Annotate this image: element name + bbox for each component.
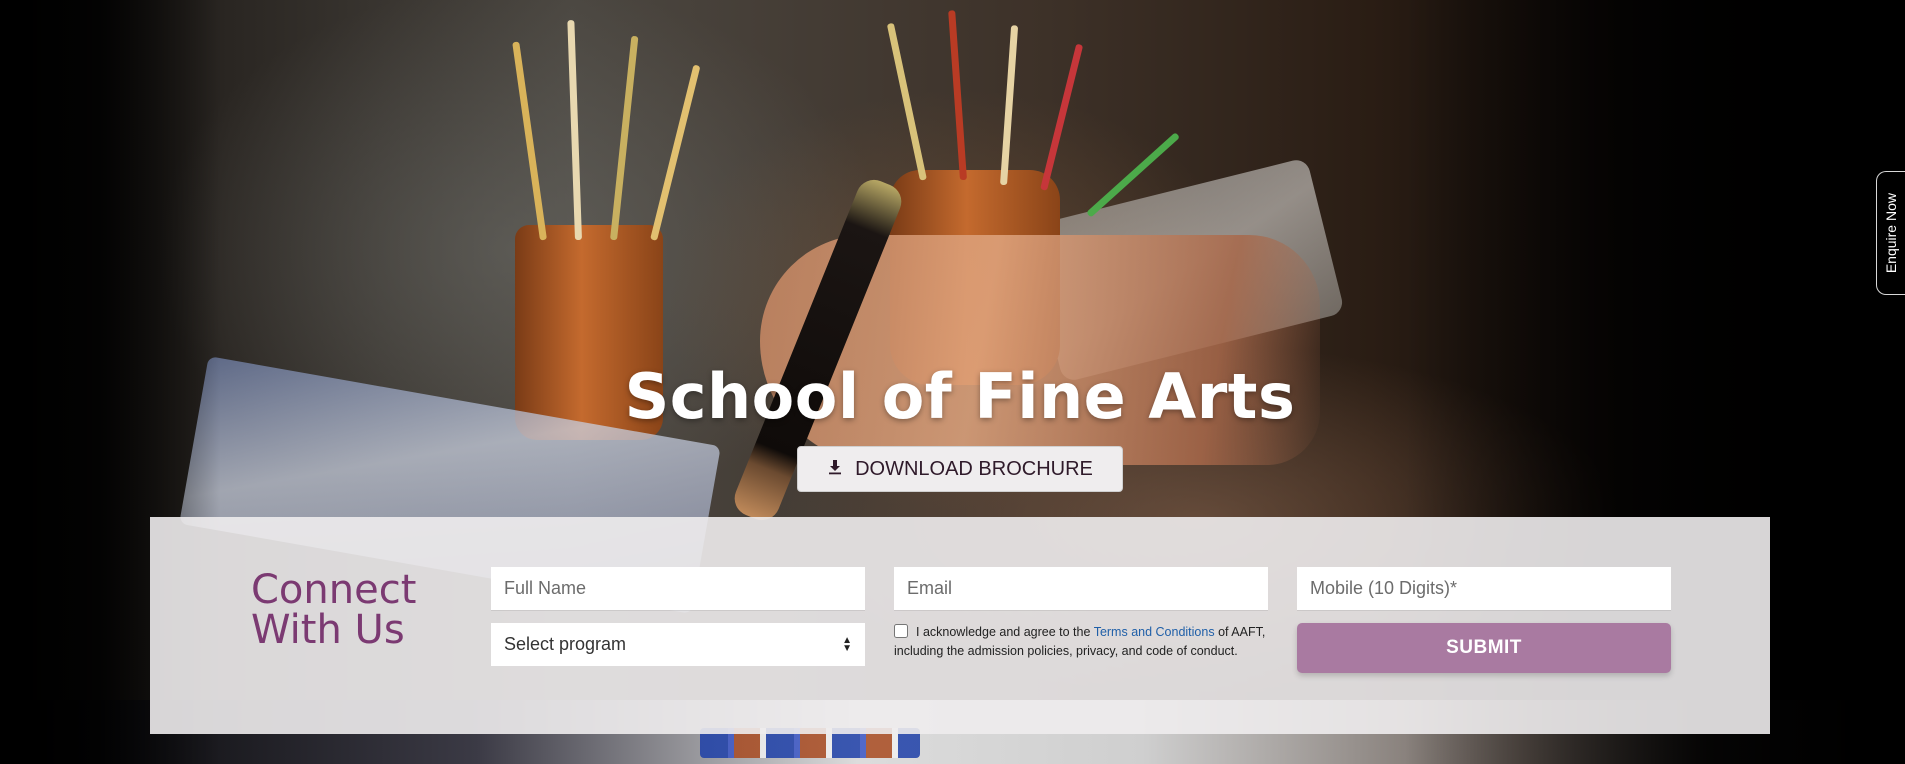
download-icon [827, 458, 843, 481]
connect-form-panel: Connect With Us Select program ▲▼ I ackn… [150, 517, 1770, 734]
download-brochure-button[interactable]: DOWNLOAD BROCHURE [797, 446, 1123, 492]
submit-button[interactable]: SUBMIT [1297, 623, 1671, 673]
page-title: School of Fine Arts [624, 360, 1296, 433]
brush-image [610, 35, 639, 241]
mobile-input[interactable] [1297, 567, 1671, 610]
connect-heading: Connect With Us [251, 570, 416, 650]
brush-image [650, 64, 701, 241]
terms-link[interactable]: Terms and Conditions [1094, 625, 1215, 639]
consent-block: I acknowledge and agree to the Terms and… [894, 623, 1284, 661]
select-arrows-icon: ▲ ▼ [842, 634, 852, 654]
brush-image [1040, 43, 1084, 191]
consent-checkbox[interactable] [894, 624, 908, 638]
enquire-now-tab[interactable]: Enquire Now [1876, 171, 1905, 295]
program-select[interactable]: Select program ▲ ▼ [491, 623, 865, 666]
brush-image [886, 22, 927, 181]
program-select-value: Select program [504, 634, 627, 654]
brush-image [1000, 25, 1019, 186]
connect-heading-line2: With Us [251, 607, 405, 653]
connect-heading-line1: Connect [251, 567, 417, 613]
email-input[interactable] [894, 567, 1268, 610]
consent-text-before: I acknowledge and agree to the [916, 625, 1094, 639]
brush-image [567, 20, 582, 241]
brush-image [512, 41, 547, 241]
full-name-input[interactable] [491, 567, 865, 610]
download-brochure-label: DOWNLOAD BROCHURE [855, 457, 1093, 480]
brush-image [948, 10, 967, 181]
enquire-now-label: Enquire Now [1883, 192, 1899, 274]
